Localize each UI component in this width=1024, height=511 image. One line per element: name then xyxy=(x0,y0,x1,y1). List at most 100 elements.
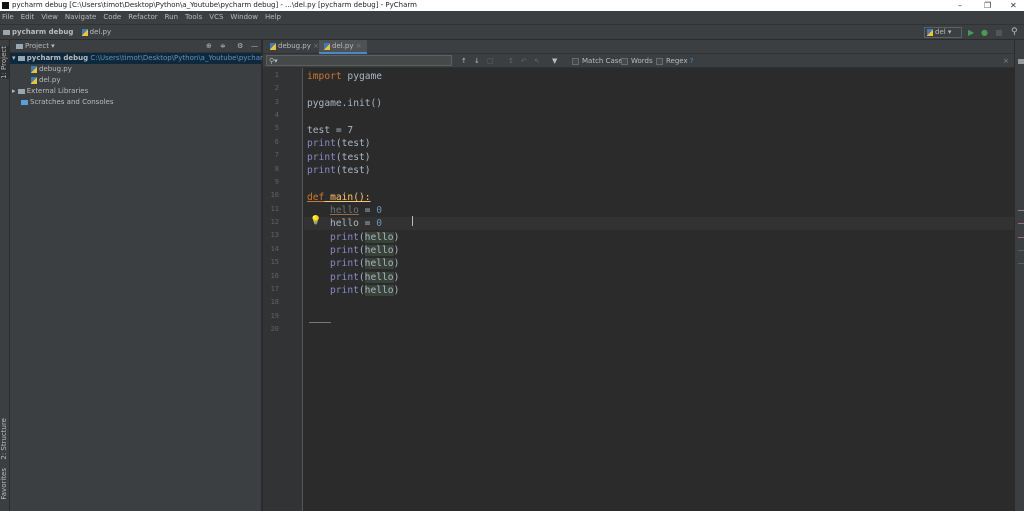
stripe-marker[interactable] xyxy=(1018,250,1024,251)
checkbox-icon xyxy=(572,57,579,65)
menu-navigate[interactable]: Navigate xyxy=(65,13,96,21)
breadcrumb-project[interactable]: pycharm debug xyxy=(3,28,73,36)
tree-item-scratches[interactable]: Scratches and Consoles xyxy=(10,97,261,108)
words-checkbox[interactable]: Words xyxy=(621,55,653,67)
run-config-select[interactable]: del ▾ xyxy=(924,27,962,38)
restore-button[interactable]: ❐ xyxy=(984,0,991,11)
gear-icon[interactable]: ⚙ xyxy=(237,40,243,53)
checkbox-icon xyxy=(656,57,663,65)
tree-item-external-libraries[interactable]: ▸ External Libraries xyxy=(10,86,261,97)
unused-variable: hello xyxy=(330,205,359,216)
number: 0 xyxy=(376,205,382,216)
collapse-all-icon[interactable]: ≑ xyxy=(220,40,226,53)
regex-help-icon[interactable]: ? xyxy=(690,57,694,65)
paren: ) xyxy=(393,258,400,269)
code-line: print(test) xyxy=(307,164,371,177)
close-tab-icon[interactable]: × xyxy=(356,42,362,50)
tree-item-debug-py[interactable]: debug.py xyxy=(10,64,261,75)
search-everywhere-icon[interactable]: ⚲ xyxy=(1011,25,1018,40)
line-number: 3 xyxy=(274,97,279,106)
line-number: 19 xyxy=(270,311,279,320)
breadcrumb-file[interactable]: del.py xyxy=(81,28,111,36)
add-occurrence-icon[interactable]: ↥ xyxy=(508,55,514,67)
menu-tools[interactable]: Tools xyxy=(185,13,202,21)
previous-occurrence-icon[interactable]: ↑ xyxy=(461,55,467,67)
menu-bar: File Edit View Navigate Code Refactor Run Tools… xyxy=(0,11,1024,24)
favorites-tool-tab[interactable]: Favorites xyxy=(0,468,9,500)
tab-label: debug.py xyxy=(278,42,311,50)
code-line: print(hello) xyxy=(330,257,399,270)
minimize-button[interactable]: – xyxy=(958,0,962,11)
code-line: print(test) xyxy=(307,151,371,164)
close-find-icon[interactable]: × xyxy=(1003,55,1009,67)
stripe-marker[interactable] xyxy=(1018,237,1024,238)
close-button[interactable]: ✕ xyxy=(1010,0,1017,11)
hide-icon[interactable]: — xyxy=(251,40,258,53)
remove-occurrence-icon[interactable]: ↶ xyxy=(521,55,527,67)
exclude-icon[interactable]: ↖ xyxy=(534,55,540,67)
editor: debug.py × del.py × ⚲▾ ↑ ↓ ▢ ↥ ↶ ↖ ▼ Mat… xyxy=(263,40,1014,511)
operator: = xyxy=(358,218,377,229)
argument: (test) xyxy=(335,165,371,176)
argument: (test) xyxy=(335,138,371,149)
editor-tabs: debug.py × del.py × xyxy=(263,40,1014,54)
line-number: 6 xyxy=(274,137,279,146)
argument: hello xyxy=(364,258,394,269)
identifier: pygame xyxy=(341,71,383,82)
inspection-status-icon[interactable] xyxy=(1018,59,1024,64)
line-number: 8 xyxy=(274,164,279,173)
line-number: 12 xyxy=(270,218,279,227)
python-file-icon xyxy=(81,28,88,36)
menu-edit[interactable]: Edit xyxy=(21,13,35,21)
pycharm-logo-icon xyxy=(2,2,9,9)
project-tool-tab[interactable]: 1: Project xyxy=(0,46,9,79)
stripe-marker[interactable] xyxy=(1018,263,1024,264)
code-line: pygame.init() xyxy=(307,98,383,109)
builtin: print xyxy=(307,165,336,176)
menu-view[interactable]: View xyxy=(41,13,58,21)
run-button[interactable]: ▶ xyxy=(968,25,974,40)
select-all-icon[interactable]: ▢ xyxy=(487,55,494,67)
filter-icon[interactable]: ▼ xyxy=(552,55,557,67)
structure-tool-tab[interactable]: 2: Structure xyxy=(0,418,9,460)
python-icon xyxy=(927,28,933,36)
stripe-marker[interactable] xyxy=(1018,223,1024,224)
builtin: print xyxy=(330,258,359,269)
line-number: 13 xyxy=(270,231,279,240)
menu-run[interactable]: Run xyxy=(165,13,178,21)
locate-icon[interactable]: ⊕ xyxy=(206,40,212,53)
stop-button[interactable] xyxy=(996,30,1002,36)
menu-help[interactable]: Help xyxy=(265,13,281,21)
keyword: import xyxy=(307,71,342,82)
regex-checkbox[interactable]: Regex ? xyxy=(656,55,694,67)
checkbox-icon xyxy=(621,57,628,65)
lightbulb-icon[interactable]: 💡 xyxy=(310,216,321,226)
stripe-marker[interactable] xyxy=(1018,210,1024,211)
text-cursor xyxy=(412,216,413,226)
project-view-selector[interactable]: Project xyxy=(25,42,49,50)
keyword: def xyxy=(307,192,325,203)
menu-code[interactable]: Code xyxy=(103,13,121,21)
paren: ( xyxy=(358,245,365,256)
menu-vcs[interactable]: VCS xyxy=(209,13,223,21)
match-case-checkbox[interactable]: Match Case xyxy=(572,55,623,67)
tab-del-py[interactable]: del.py × xyxy=(319,40,367,54)
debug-button[interactable]: ● xyxy=(981,25,988,40)
code-line: print(test) xyxy=(307,137,371,150)
line-number: 10 xyxy=(270,191,279,200)
line-number: 11 xyxy=(270,204,279,213)
menu-window[interactable]: Window xyxy=(230,13,258,21)
paren: ) xyxy=(393,272,400,283)
menu-refactor[interactable]: Refactor xyxy=(128,13,157,21)
scratches-icon xyxy=(21,99,28,105)
tree-item-project-root[interactable]: ▾ pycharm debug C:\Users\timot\Desktop\P… xyxy=(10,53,294,64)
search-icon[interactable]: ⚲▾ xyxy=(269,55,278,67)
tree-item-del-py[interactable]: del.py xyxy=(10,75,261,86)
tab-debug-py[interactable]: debug.py × xyxy=(265,40,324,54)
find-input[interactable] xyxy=(266,55,452,66)
paren: ( xyxy=(358,272,365,283)
argument: hello xyxy=(364,272,394,283)
next-occurrence-icon[interactable]: ↓ xyxy=(474,55,480,67)
menu-file[interactable]: File xyxy=(2,13,14,21)
method-separator xyxy=(309,322,331,323)
